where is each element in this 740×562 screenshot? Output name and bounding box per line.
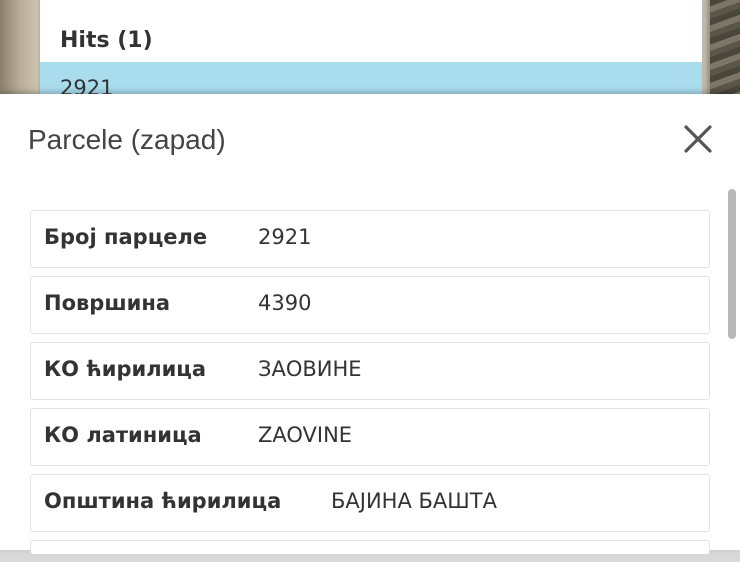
parcel-details-panel: Parcele (zapad) Број парцеле 2921 Површи… <box>0 94 740 554</box>
attribute-row-parcel-number: Број парцеле 2921 <box>30 210 710 268</box>
attribute-value: БАЈИНА БАШТА <box>331 489 497 513</box>
attribute-label: Број парцеле <box>44 225 208 249</box>
attribute-row-next <box>30 540 710 554</box>
hits-title: Hits (1) <box>60 28 153 53</box>
attribute-label: Општина ћирилица <box>44 489 282 513</box>
attribute-row-ko-latin: КО латиница ZAOVINE <box>30 408 710 466</box>
attribute-list: Број парцеле 2921 Површина 4390 КО ћирил… <box>30 210 710 562</box>
attribute-value: ЗАОВИНЕ <box>258 357 362 381</box>
attribute-label: КО латиница <box>44 423 202 447</box>
attribute-value: ZAOVINE <box>258 423 353 447</box>
scrollbar[interactable] <box>728 189 736 339</box>
attribute-value: 2921 <box>258 225 312 249</box>
attribute-row-area: Површина 4390 <box>30 276 710 334</box>
panel-title: Parcele (zapad) <box>28 124 226 155</box>
close-icon <box>684 125 712 153</box>
close-button[interactable] <box>678 119 718 159</box>
attribute-row-municipality-cyrillic: Општина ћирилица БАЈИНА БАШТА <box>30 474 710 532</box>
attribute-value: 4390 <box>258 291 312 315</box>
attribute-label: Површина <box>44 291 171 315</box>
attribute-row-ko-cyrillic: КО ћирилица ЗАОВИНЕ <box>30 342 710 400</box>
attribute-label: КО ћирилица <box>44 357 207 381</box>
